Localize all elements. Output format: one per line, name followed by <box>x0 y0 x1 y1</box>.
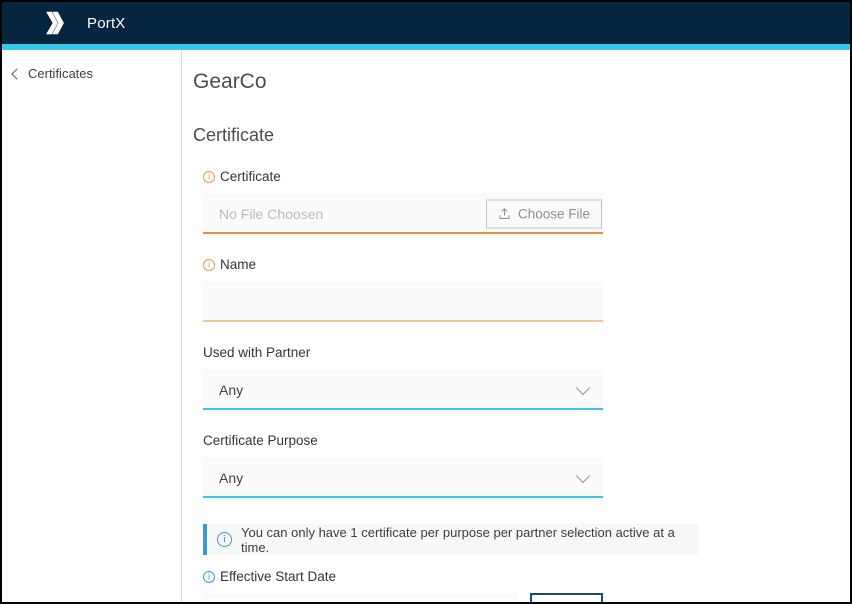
page-title: GearCo <box>193 70 267 93</box>
field-certificate-purpose-label-text: Certificate Purpose <box>203 433 318 448</box>
main-content: GearCo Certificate i Certificate No File… <box>183 50 850 602</box>
effective-start-date-row: Sep 28th 2018, 11:58:20 Auto set <box>203 593 603 602</box>
certificate-purpose-value: Any <box>219 469 244 486</box>
field-certificate-purpose: Certificate Purpose Any <box>203 433 603 498</box>
field-effective-start-date-label-text: Effective Start Date <box>220 569 337 584</box>
chevron-down-icon <box>575 380 591 395</box>
certificate-purpose-select[interactable]: Any <box>203 457 603 498</box>
info-circle-icon: i <box>203 258 215 271</box>
chevron-down-icon <box>575 468 591 483</box>
field-name-label-text: Name <box>220 257 257 272</box>
field-certificate: i Certificate No File Choosen Choose Fil… <box>203 169 603 234</box>
app-window: PortX Certificates GearCo Certificate i … <box>0 0 852 604</box>
chevron-left-icon <box>11 67 23 80</box>
name-input-control[interactable] <box>203 281 603 322</box>
brand-name: PortX <box>87 14 126 32</box>
field-name: i Name <box>203 257 603 322</box>
certificate-file-control[interactable]: No File Choosen Choose File <box>203 193 603 234</box>
info-banner-text: You can only have 1 certificate per purp… <box>241 524 675 555</box>
field-used-with-partner-label: Used with Partner <box>203 345 603 360</box>
info-banner: i You can only have 1 certificate per pu… <box>203 524 699 555</box>
info-circle-icon: i <box>203 170 215 183</box>
field-name-label: i Name <box>203 257 603 272</box>
sidebar: Certificates <box>2 50 182 602</box>
used-with-partner-select[interactable]: Any <box>203 369 603 410</box>
top-navigation-bar: PortX <box>2 2 850 44</box>
portx-x-logo-icon[interactable] <box>40 8 70 38</box>
field-used-with-partner: Used with Partner Any <box>203 345 603 410</box>
sidebar-back-link-label: Certificates <box>28 66 94 81</box>
auto-set-button[interactable]: Auto set <box>530 593 603 602</box>
choose-file-button[interactable]: Choose File <box>485 199 602 228</box>
choose-file-button-label: Choose File <box>517 206 590 221</box>
certificate-form: i Certificate No File Choosen Choose Fil… <box>203 169 699 602</box>
field-certificate-purpose-label: Certificate Purpose <box>203 433 603 448</box>
used-with-partner-value: Any <box>219 381 244 398</box>
field-effective-start-date-label: i Effective Start Date <box>203 569 603 584</box>
field-certificate-label-text: Certificate <box>220 169 281 184</box>
info-circle-icon: i <box>217 532 232 547</box>
info-circle-icon: i <box>203 570 215 583</box>
certificate-file-placeholder: No File Choosen <box>219 205 324 222</box>
field-effective-start-date: i Effective Start Date Sep 28th 2018, 11… <box>203 569 603 602</box>
upload-icon <box>499 207 510 219</box>
effective-start-date-input[interactable]: Sep 28th 2018, 11:58:20 <box>203 593 519 602</box>
field-used-with-partner-label-text: Used with Partner <box>203 345 311 360</box>
section-title: Certificate <box>193 125 275 145</box>
field-certificate-label: i Certificate <box>203 169 603 184</box>
sidebar-back-link-certificates[interactable]: Certificates <box>2 50 181 81</box>
